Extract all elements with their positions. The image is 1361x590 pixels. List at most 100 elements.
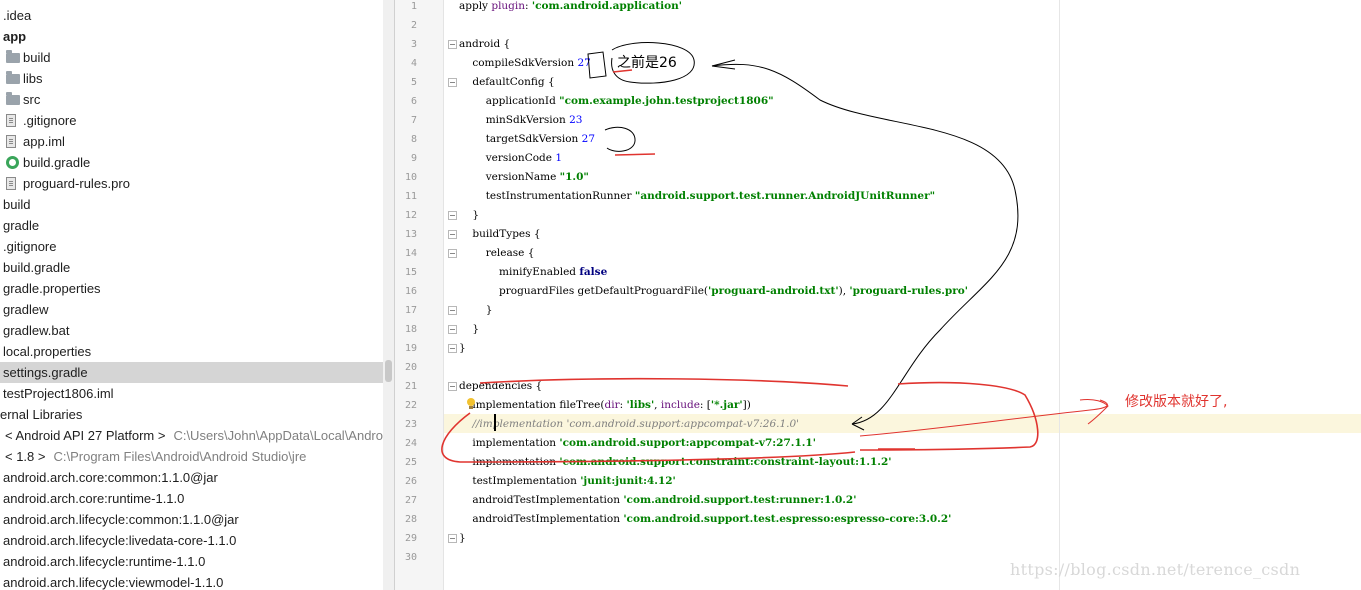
tree-item[interactable]: android.arch.core:runtime-1.1.0	[0, 488, 383, 509]
code-token: 'com.android.support:appcompat-v7:27.1.1…	[559, 437, 816, 449]
line-number: 14	[404, 248, 417, 259]
line-number: 26	[404, 476, 417, 487]
code-line[interactable]: applicationId "com.example.john.testproj…	[459, 92, 774, 111]
tree-item-label: < Android API 27 Platform > C:\Users\John…	[5, 425, 383, 446]
code-line[interactable]: versionName "1.0"	[459, 168, 589, 187]
tree-item[interactable]: .gitignore	[0, 110, 383, 131]
tree-item-label: proguard-rules.pro	[23, 176, 130, 191]
code-line[interactable]: release {	[459, 244, 535, 263]
tree-item[interactable]: < 1.8 > C:\Program Files\Android\Android …	[0, 446, 383, 467]
line-number: 29	[404, 533, 417, 544]
tree-item[interactable]: app.iml	[0, 131, 383, 152]
code-line[interactable]: testImplementation 'junit:junit:4.12'	[459, 472, 675, 491]
tree-item-label: build.gradle	[23, 155, 91, 170]
project-tree-panel: .idea app build libs src .gitignore app.iml bui…	[0, 0, 395, 590]
tree-item[interactable]: testProject1806.iml	[0, 383, 383, 404]
tree-item-label: android.arch.lifecycle:common:1.1.0@jar	[3, 512, 239, 527]
code-line[interactable]: }	[459, 301, 493, 320]
tree-item[interactable]: build	[0, 47, 383, 68]
code-token: applicationId	[459, 95, 560, 107]
code-line[interactable]: }	[459, 206, 479, 225]
code-token: 27	[581, 133, 596, 145]
tree-item[interactable]: android.arch.core:common:1.1.0@jar	[0, 467, 383, 488]
code-line[interactable]: //implementation 'com.android.support:ap…	[459, 415, 799, 434]
line-number: 12	[404, 210, 417, 221]
code-line[interactable]: android {	[459, 35, 510, 54]
code-token: dir	[604, 399, 620, 411]
tree-item-label: src	[23, 92, 41, 107]
code-line[interactable]: }	[459, 529, 466, 548]
tree-item-label: android.arch.lifecycle:viewmodel-1.1.0	[3, 575, 224, 590]
tree-item-label: ernal Libraries	[0, 407, 83, 422]
code-line[interactable]: minifyEnabled false	[459, 263, 607, 282]
tree-item-label: android.arch.lifecycle:runtime-1.1.0	[3, 554, 206, 569]
code-token: 'com.android.support.test:runner:1.0.2'	[623, 494, 857, 506]
tree-item[interactable]: build.gradle	[0, 257, 383, 278]
tree-item[interactable]: local.properties	[0, 341, 383, 362]
code-token: apply	[459, 0, 492, 12]
tree-item[interactable]: libs	[0, 68, 383, 89]
code-line[interactable]: androidTestImplementation 'com.android.s…	[459, 510, 951, 529]
folder-icon	[6, 71, 20, 84]
tree-item[interactable]: android.arch.lifecycle:livedata-core-1.1…	[0, 530, 383, 551]
line-number: 6	[410, 96, 417, 107]
code-token: release {	[459, 247, 535, 259]
editor-gutter: 1 2 3 4 5 6 7 8 9 10 11 12 13 14 15 16 17 18 19 20 21 22 23 24 2…	[395, 0, 457, 590]
tree-item-label: build	[3, 197, 31, 212]
code-token: minSdkVersion	[459, 114, 570, 126]
intention-bulb-icon[interactable]	[466, 398, 476, 410]
tree-item-label: gradle	[3, 218, 40, 233]
line-number: 11	[404, 191, 417, 202]
code-line[interactable]: testInstrumentationRunner "android.suppo…	[459, 187, 935, 206]
tree-item[interactable]: build	[0, 194, 383, 215]
tree-item[interactable]: gradlew	[0, 299, 383, 320]
line-number: 23	[404, 419, 417, 430]
tree-item[interactable]: proguard-rules.pro	[0, 173, 383, 194]
tree-item[interactable]: android.arch.lifecycle:runtime-1.1.0	[0, 551, 383, 572]
scrollbar-thumb[interactable]	[385, 360, 392, 382]
code-line[interactable]: targetSdkVersion 27	[459, 130, 595, 149]
tree-item[interactable]: app	[0, 26, 383, 47]
code-line[interactable]: androidTestImplementation 'com.android.s…	[459, 491, 856, 510]
code-token: 'proguard-rules.pro'	[849, 285, 969, 297]
tree-item[interactable]: settings.gradle	[0, 362, 383, 383]
folder-icon	[6, 92, 20, 105]
code-line[interactable]: compileSdkVersion 27	[459, 54, 591, 73]
code-line[interactable]: buildTypes {	[459, 225, 540, 244]
tree-item[interactable]: src	[0, 89, 383, 110]
project-tree-scrollbar[interactable]	[383, 0, 394, 590]
line-number: 30	[404, 552, 417, 563]
code-line[interactable]: }	[459, 339, 466, 358]
code-line[interactable]: versionCode 1	[459, 149, 562, 168]
code-line[interactable]: defaultConfig {	[459, 73, 554, 92]
tree-item[interactable]: android.arch.lifecycle:viewmodel-1.1.0	[0, 572, 383, 590]
line-number: 15	[404, 267, 417, 278]
tree-item[interactable]: < Android API 27 Platform > C:\Users\John…	[0, 425, 383, 446]
tree-item[interactable]: gradle.properties	[0, 278, 383, 299]
code-line[interactable]: implementation 'com.android.support.cons…	[459, 453, 891, 472]
code-line[interactable]: implementation fileTree(dir: 'libs', inc…	[459, 396, 750, 415]
tree-item[interactable]: gradlew.bat	[0, 320, 383, 341]
code-line[interactable]: implementation 'com.android.support:appc…	[459, 434, 816, 453]
tree-item[interactable]: gradle	[0, 215, 383, 236]
line-number: 5	[410, 77, 417, 88]
tree-item[interactable]: build.gradle	[0, 152, 383, 173]
tree-item-path: C:\Program Files\Android\Android Studio\…	[53, 449, 307, 464]
tree-item-label: android.arch.core:runtime-1.1.0	[3, 491, 185, 506]
code-line[interactable]: }	[459, 320, 479, 339]
tree-item[interactable]: android.arch.lifecycle:common:1.1.0@jar	[0, 509, 383, 530]
code-line[interactable]: apply plugin: 'com.android.application'	[459, 0, 682, 16]
tree-item[interactable]: ernal Libraries	[0, 404, 383, 425]
code-line[interactable]: dependencies {	[459, 377, 542, 396]
code-token: : [	[699, 399, 711, 411]
code-line[interactable]: proguardFiles getDefaultProguardFile('pr…	[459, 282, 968, 301]
tree-item[interactable]: .idea	[0, 5, 383, 26]
tree-item-label: testProject1806.iml	[3, 386, 114, 401]
tree-item[interactable]: .gitignore	[0, 236, 383, 257]
tree-item-label: build.gradle	[3, 260, 71, 275]
code-token: targetSdkVersion	[459, 133, 582, 145]
code-token: '*.jar'	[710, 399, 743, 411]
code-token: include	[660, 399, 700, 411]
tree-item-label: android.arch.lifecycle:livedata-core-1.1…	[3, 533, 237, 548]
code-line[interactable]: minSdkVersion 23	[459, 111, 583, 130]
